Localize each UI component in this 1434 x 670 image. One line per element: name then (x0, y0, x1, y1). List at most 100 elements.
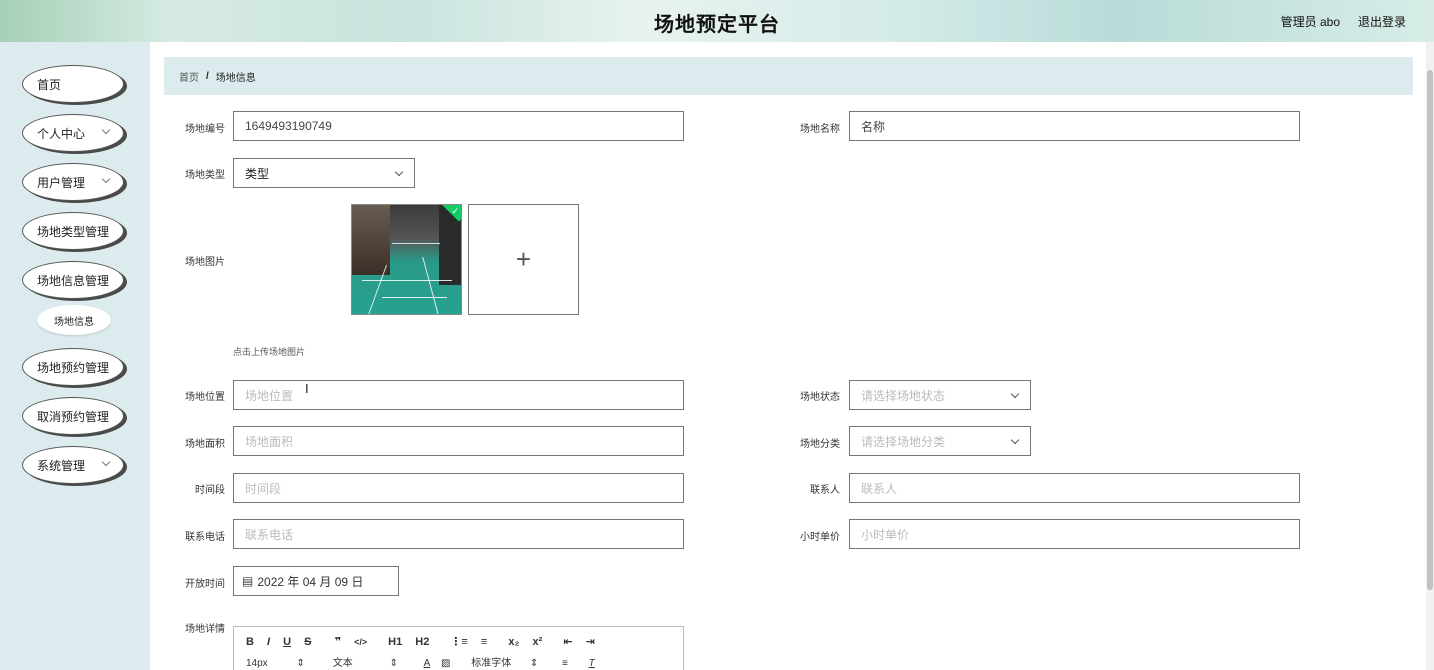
submenu-item-label: 场地信息 (54, 316, 94, 328)
chevron-down-icon (101, 174, 111, 184)
breadcrumb-current: 场地信息 (215, 72, 256, 84)
sidebar-item-label: 系统管理 (37, 458, 86, 473)
submenu-item-venue-info[interactable]: 场地信息 (37, 305, 111, 335)
sidebar-item-home[interactable]: 首页 (22, 65, 124, 103)
location-input[interactable]: 场地位置 (233, 380, 684, 410)
phone-placeholder: 联系电话 (245, 527, 294, 542)
text-style-value: 文本 (332, 658, 353, 669)
editor-toolbar-row2: 14px ⇕ 文本 ⇕ A ▨ 标准字体 ⇕ ≡ T (246, 654, 595, 669)
venue-no-label: 场地编号 (185, 124, 225, 135)
scrollbar[interactable] (1426, 42, 1434, 670)
header2-icon[interactable]: H2 (415, 636, 429, 648)
sidebar: 首页 个人中心 用户管理 场地类型管理 场地信息管理 场地信息 场地预约管理 取… (0, 42, 150, 670)
venue-type-label: 场地类型 (185, 170, 225, 181)
sidebar-item-user-management[interactable]: 用户管理 (22, 163, 124, 201)
time-slot-placeholder: 时间段 (245, 481, 282, 496)
underline-icon[interactable]: U (283, 636, 291, 648)
venue-name-value: 名称 (861, 119, 886, 134)
font-family-select[interactable]: 标准字体 ⇕ (471, 654, 549, 669)
strike-icon[interactable]: S (304, 636, 311, 648)
sidebar-item-label: 场地信息管理 (37, 273, 110, 288)
breadcrumb: 首页 / 场地信息 (164, 57, 1413, 95)
breadcrumb-separator: / (206, 70, 209, 82)
category-select[interactable]: 请选择场地分类 (849, 426, 1031, 456)
venue-image-thumbnail[interactable]: ✓ (351, 204, 462, 315)
contact-input[interactable]: 联系人 (849, 473, 1300, 503)
area-placeholder: 场地面积 (245, 434, 294, 449)
sidebar-item-cancel-booking-management[interactable]: 取消预约管理 (22, 397, 124, 435)
venue-image-label: 场地图片 (185, 257, 225, 268)
status-placeholder: 请选择场地状态 (861, 388, 946, 403)
updown-icon: ⇕ (530, 658, 539, 669)
background-color-icon[interactable]: ▨ (441, 658, 450, 669)
page-title: 场地预定平台 (654, 14, 780, 36)
header-banner: 场地预定平台 管理员 abo 退出登录 (0, 0, 1434, 42)
chevron-down-icon (1010, 389, 1020, 399)
clear-format-icon[interactable]: T (589, 658, 595, 669)
details-label: 场地详情 (185, 624, 225, 635)
category-placeholder: 请选择场地分类 (861, 434, 946, 449)
status-select[interactable]: 请选择场地状态 (849, 380, 1031, 410)
italic-icon[interactable]: I (267, 636, 270, 648)
user-label: 管理员 abo (1280, 15, 1340, 29)
area-input[interactable]: 场地面积 (233, 426, 684, 456)
upload-tip: 点击上传场地图片 (233, 347, 306, 357)
check-icon: ✓ (451, 206, 459, 216)
header1-icon[interactable]: H1 (388, 636, 402, 648)
location-label: 场地位置 (185, 392, 225, 403)
font-family-value: 标准字体 (471, 658, 512, 669)
font-size-value: 14px (246, 658, 268, 669)
venue-type-select[interactable]: 类型 (233, 158, 415, 188)
sidebar-item-personal-center[interactable]: 个人中心 (22, 114, 124, 152)
venue-type-value: 类型 (245, 166, 270, 181)
blockquote-icon[interactable]: ❞ (335, 635, 341, 648)
open-time-datepicker[interactable]: ▤ 2022 年 04 月 09 日 (233, 566, 399, 596)
chevron-down-icon (101, 457, 111, 467)
area-label: 场地面积 (185, 439, 225, 450)
sidebar-item-venue-booking-management[interactable]: 场地预约管理 (22, 348, 124, 386)
editor-toolbar: B I U S ❞ </> H1 H2 ⋮≡ ≡ x₂ x² ⇤ ⇥ (246, 635, 605, 648)
time-slot-label: 时间段 (195, 485, 225, 496)
logout-link[interactable]: 退出登录 (1358, 13, 1406, 30)
sidebar-item-venue-info-management[interactable]: 场地信息管理 (22, 261, 124, 299)
ordered-list-icon[interactable]: ⋮≡ (450, 635, 467, 648)
font-color-icon[interactable]: A (424, 658, 431, 669)
superscript-icon[interactable]: x² (532, 636, 542, 648)
rich-text-editor[interactable]: B I U S ❞ </> H1 H2 ⋮≡ ≡ x₂ x² ⇤ ⇥ 14px … (233, 626, 684, 670)
chevron-down-icon (1010, 435, 1020, 445)
time-slot-input[interactable]: 时间段 (233, 473, 684, 503)
breadcrumb-home[interactable]: 首页 (179, 69, 199, 84)
venue-name-label: 场地名称 (800, 124, 840, 135)
bullet-list-icon[interactable]: ≡ (481, 636, 487, 648)
bold-icon[interactable]: B (246, 636, 254, 648)
calendar-icon: ▤ (242, 574, 254, 588)
hourly-price-input[interactable]: 小时单价 (849, 519, 1300, 549)
sidebar-item-system-management[interactable]: 系统管理 (22, 446, 124, 484)
contact-placeholder: 联系人 (861, 481, 898, 496)
sidebar-item-label: 首页 (37, 77, 62, 92)
sidebar-item-venue-type-management[interactable]: 场地类型管理 (22, 212, 124, 250)
location-placeholder: 场地位置 (245, 388, 294, 403)
sidebar-item-label: 场地类型管理 (37, 224, 110, 239)
align-icon[interactable]: ≡ (562, 658, 568, 669)
subscript-icon[interactable]: x₂ (508, 636, 519, 648)
indent-icon[interactable]: ⇥ (586, 635, 595, 648)
hourly-price-label: 小时单价 (800, 532, 840, 543)
sidebar-item-label: 个人中心 (37, 126, 86, 141)
open-time-label: 开放时间 (185, 579, 225, 590)
venue-no-value: 1649493190749 (245, 119, 332, 133)
chevron-down-icon (101, 125, 111, 135)
venue-name-field[interactable]: 名称 (849, 111, 1300, 141)
updown-icon: ⇕ (389, 658, 398, 669)
font-size-select[interactable]: 14px ⇕ (246, 658, 316, 669)
contact-label: 联系人 (810, 485, 840, 496)
code-block-icon[interactable]: </> (354, 637, 367, 647)
venue-no-field[interactable]: 1649493190749 (233, 111, 684, 141)
scrollbar-thumb[interactable] (1427, 70, 1433, 590)
text-style-select[interactable]: 文本 ⇕ (333, 654, 421, 669)
phone-input[interactable]: 联系电话 (233, 519, 684, 549)
updown-icon: ⇕ (296, 658, 305, 669)
upload-image-button[interactable]: + (468, 204, 579, 315)
outdent-icon[interactable]: ⇤ (563, 635, 572, 648)
status-label: 场地状态 (800, 392, 840, 403)
